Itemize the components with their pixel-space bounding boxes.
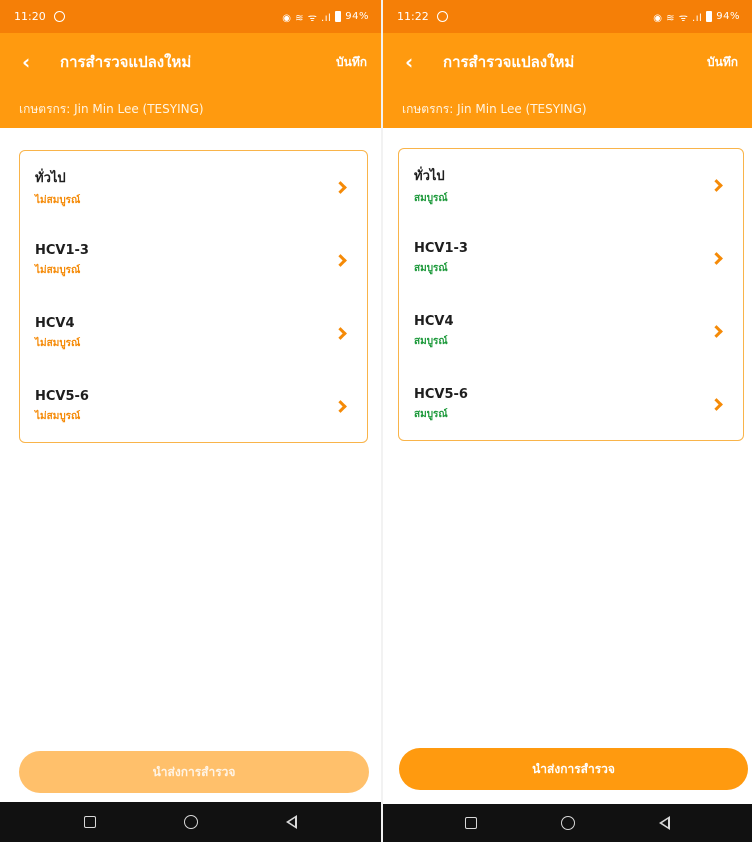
chevron-right-icon	[334, 181, 347, 194]
chevron-right-icon	[334, 400, 347, 413]
home-icon[interactable]	[561, 816, 575, 830]
home-icon[interactable]	[184, 815, 198, 829]
signal-indicators: ◉ ≋ ᯤ .ıl	[653, 12, 703, 24]
chevron-right-icon	[710, 252, 723, 265]
section-title: ทั่วไป	[414, 169, 445, 184]
save-button[interactable]: บันทึก	[707, 53, 738, 72]
submit-survey-button[interactable]: นำส่งการสำรวจ	[399, 748, 748, 790]
section-status: ไม่สมบูรณ์	[35, 338, 81, 349]
status-bar: 11:20 ◉ ≋ ᯤ .ıl 94%	[0, 0, 381, 33]
save-button[interactable]: บันทึก	[336, 53, 367, 72]
status-time: 11:20	[14, 10, 46, 23]
farmer-label: เกษตรกร: Jin Min Lee (TESYING)	[0, 91, 381, 128]
whatsapp-icon	[436, 11, 448, 22]
section-title: HCV4	[35, 316, 75, 331]
chevron-right-icon	[710, 398, 723, 411]
section-title: HCV4	[414, 314, 454, 329]
section-status: สมบูรณ์	[414, 263, 448, 274]
battery-level: 94%	[716, 11, 740, 22]
page-title: การสำรวจแปลงใหม่	[60, 53, 192, 71]
recent-apps-icon[interactable]	[84, 816, 96, 828]
recent-apps-icon[interactable]	[465, 817, 477, 829]
section-status: ไม่สมบูรณ์	[35, 411, 81, 422]
chevron-right-icon	[710, 179, 723, 192]
section-status: สมบูรณ์	[414, 193, 448, 204]
section-title: HCV5-6	[414, 387, 468, 402]
signal-indicators: ◉ ≋ ᯤ .ıl	[282, 12, 332, 24]
section-row-hcv5-6[interactable]: HCV5-6 ไม่สมบูรณ์	[20, 370, 367, 443]
section-title: HCV5-6	[35, 389, 89, 404]
section-row-hcv4[interactable]: HCV4 สมบูรณ์	[399, 295, 743, 368]
section-title: ทั่วไป	[35, 171, 66, 186]
screen-incomplete: 11:20 ◉ ≋ ᯤ .ıl 94% ‹ การสำรวจแปลงใหม่ บ…	[0, 0, 381, 842]
status-time: 11:22	[397, 10, 429, 23]
android-nav-bar	[383, 804, 752, 842]
section-row-hcv1-3[interactable]: HCV1-3 สมบูรณ์	[399, 222, 743, 295]
submit-survey-button-disabled[interactable]: นำส่งการสำรวจ	[19, 751, 369, 793]
section-status: ไม่สมบูรณ์	[35, 195, 81, 206]
page-title: การสำรวจแปลงใหม่	[443, 53, 575, 71]
battery-level: 94%	[345, 11, 369, 22]
farmer-label: เกษตรกร: Jin Min Lee (TESYING)	[383, 91, 752, 128]
android-nav-bar	[0, 802, 381, 842]
app-bar: ‹ การสำรวจแปลงใหม่ บันทึก	[0, 33, 381, 91]
chevron-left-icon[interactable]: ‹	[405, 52, 431, 72]
battery-icon	[335, 11, 342, 22]
section-list: ทั่วไป สมบูรณ์ HCV1-3 สมบูรณ์ HCV4 สมบูร…	[398, 148, 744, 441]
screen-complete: 11:22 ◉ ≋ ᯤ .ıl 94% ‹ การสำรวจแปลงใหม่ บ…	[383, 0, 752, 842]
section-row-general[interactable]: ทั่วไป ไม่สมบูรณ์	[20, 151, 367, 224]
section-row-general[interactable]: ทั่วไป สมบูรณ์	[399, 149, 743, 222]
status-bar: 11:22 ◉ ≋ ᯤ .ıl 94%	[383, 0, 752, 33]
section-status: ไม่สมบูรณ์	[35, 265, 81, 276]
chevron-right-icon	[334, 327, 347, 340]
chevron-left-icon[interactable]: ‹	[22, 52, 48, 72]
section-status: สมบูรณ์	[414, 409, 448, 420]
chevron-right-icon	[334, 254, 347, 267]
whatsapp-icon	[53, 11, 65, 22]
chevron-right-icon	[710, 325, 723, 338]
section-row-hcv4[interactable]: HCV4 ไม่สมบูรณ์	[20, 297, 367, 370]
back-triangle-icon[interactable]	[286, 815, 297, 829]
section-list: ทั่วไป ไม่สมบูรณ์ HCV1-3 ไม่สมบูรณ์ HCV4…	[19, 150, 368, 443]
battery-icon	[706, 11, 713, 22]
section-title: HCV1-3	[35, 243, 89, 258]
back-triangle-icon[interactable]	[659, 816, 670, 830]
app-bar: ‹ การสำรวจแปลงใหม่ บันทึก	[383, 33, 752, 91]
section-title: HCV1-3	[414, 241, 468, 256]
section-status: สมบูรณ์	[414, 336, 448, 347]
section-row-hcv1-3[interactable]: HCV1-3 ไม่สมบูรณ์	[20, 224, 367, 297]
section-row-hcv5-6[interactable]: HCV5-6 สมบูรณ์	[399, 368, 743, 441]
